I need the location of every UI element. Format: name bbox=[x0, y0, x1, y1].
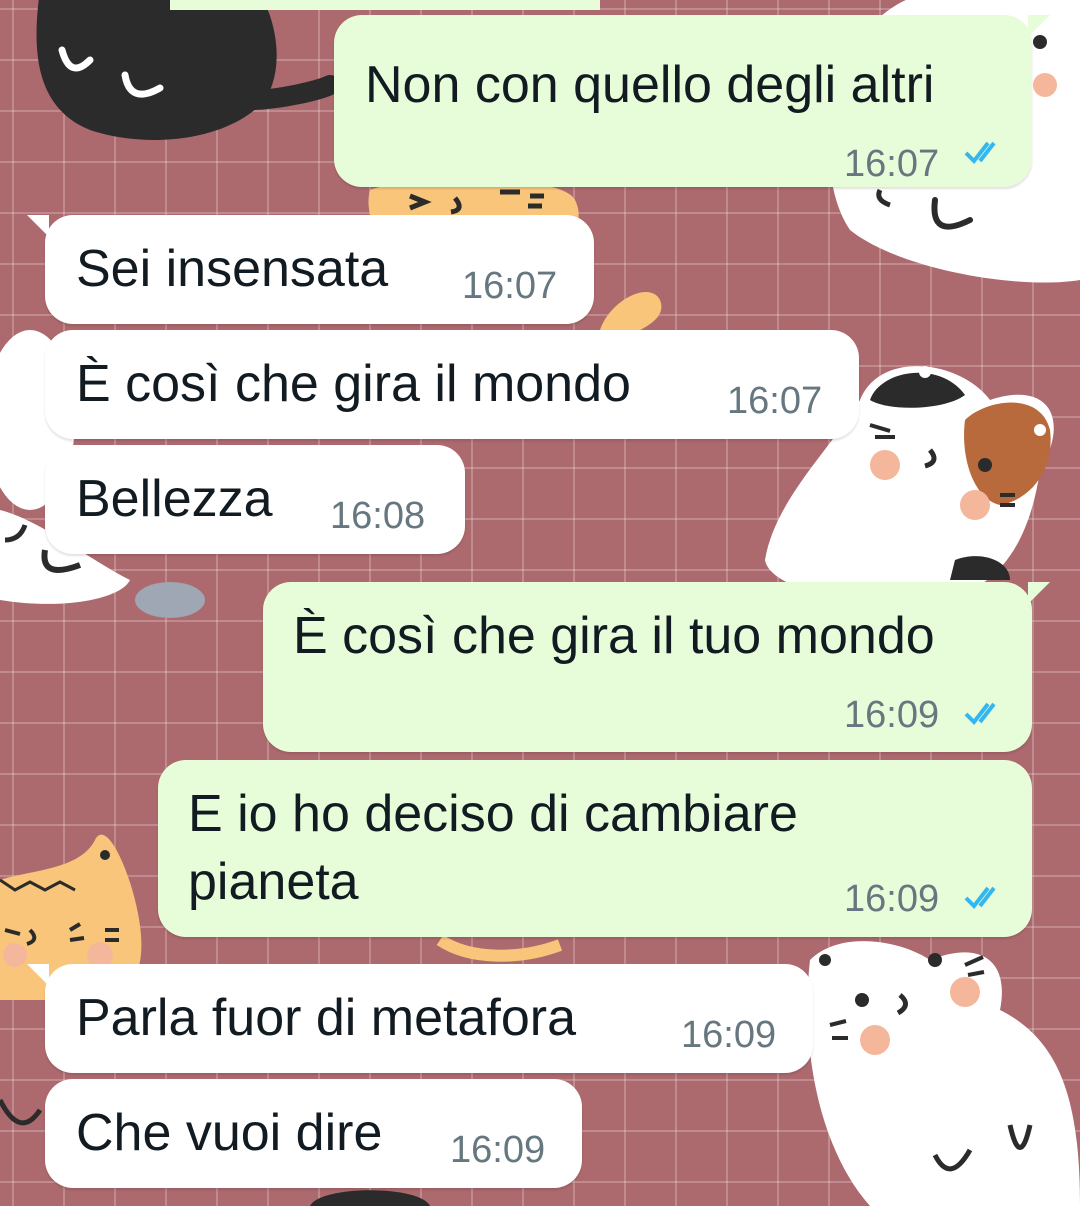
message-timestamp: 16:07 bbox=[462, 265, 558, 307]
message-bubble-incoming[interactable]: Che vuoi dire 16:09 bbox=[45, 1079, 582, 1188]
message-bubble-outgoing[interactable]: Non con quello degli altri 16:07 bbox=[334, 15, 1050, 187]
message-timestamp: 16:09 bbox=[844, 878, 940, 920]
message-timestamp: 16:07 bbox=[844, 143, 940, 185]
double-check-icon bbox=[964, 886, 996, 910]
message-timestamp: 16:08 bbox=[330, 495, 426, 537]
message-text: Bellezza bbox=[76, 470, 273, 528]
cat-illustration bbox=[807, 941, 1080, 1206]
message-text: Che vuoi dire bbox=[76, 1104, 383, 1162]
bubble-tail bbox=[27, 964, 49, 986]
message-bubble-incoming[interactable]: È così che gira il mondo 16:07 bbox=[45, 330, 859, 439]
message-timestamp: 16:09 bbox=[450, 1129, 546, 1171]
message-text: Parla fuor di metafora bbox=[76, 989, 577, 1047]
message-bubble-incoming[interactable]: Sei insensata 16:07 bbox=[27, 215, 594, 324]
bubble-tail bbox=[1028, 15, 1050, 37]
bubble-tail bbox=[1028, 582, 1050, 604]
chat-conversation[interactable]: Non con quello degli altri 16:07 Sei ins… bbox=[0, 0, 1080, 1206]
message-bubble-incoming[interactable]: Parla fuor di metafora 16:09 bbox=[27, 964, 813, 1073]
message-timestamp: 16:09 bbox=[844, 694, 940, 736]
double-check-icon bbox=[964, 141, 996, 165]
message-bubble-outgoing[interactable]: E io ho deciso di cambiare pianeta 16:09 bbox=[158, 760, 1032, 937]
message-text: Non con quello degli altri bbox=[365, 56, 935, 114]
message-text: E io ho deciso di cambiare pianeta bbox=[188, 785, 798, 911]
message-timestamp: 16:09 bbox=[681, 1014, 777, 1056]
message-bubble-outgoing[interactable]: È così che gira il tuo mondo 16:09 bbox=[263, 582, 1050, 752]
message-text: È così che gira il tuo mondo bbox=[293, 607, 935, 665]
bubble-tail bbox=[27, 215, 49, 237]
message-bubble-incoming[interactable]: Bellezza 16:08 bbox=[45, 445, 465, 554]
message-text: È così che gira il mondo bbox=[76, 355, 631, 413]
double-check-icon bbox=[964, 702, 996, 726]
message-text: Sei insensata bbox=[76, 240, 389, 298]
message-timestamp: 16:07 bbox=[727, 380, 823, 422]
